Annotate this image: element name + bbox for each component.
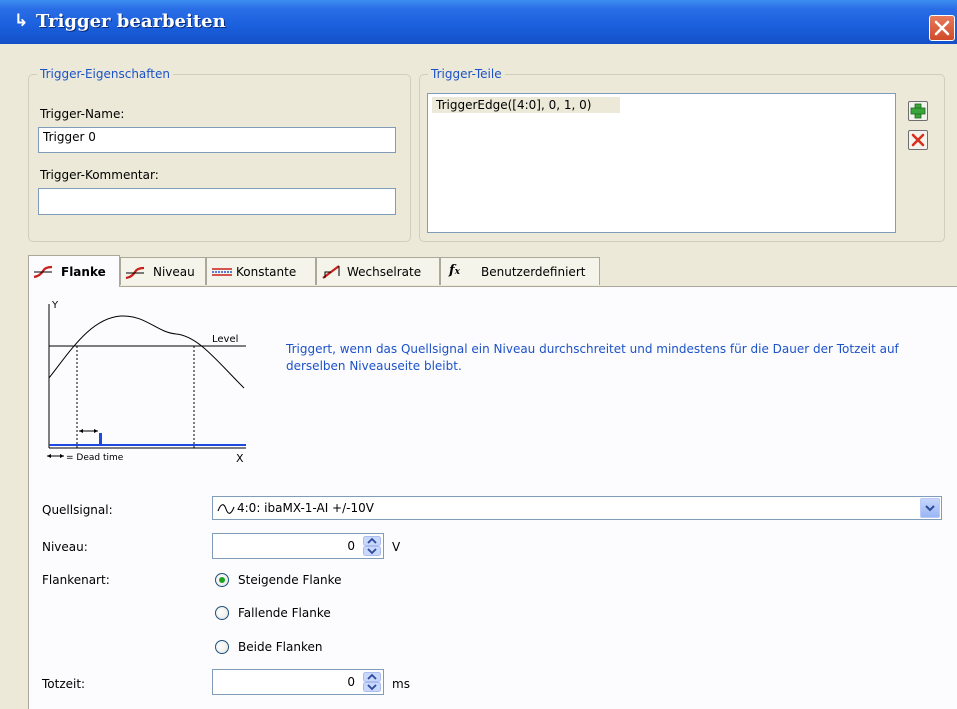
tab-niveau-label: Niveau (153, 265, 195, 279)
level-icon (125, 266, 145, 280)
source-signal-value: 4:0: ibaMX-1-AI +/-10V (237, 501, 374, 515)
properties-group-label: Trigger-Eigenschaften (37, 67, 173, 81)
level-value: 0 (347, 539, 355, 553)
edge-trigger-diagram: Y X Level = Dead time (47, 300, 246, 465)
window-title: Trigger bearbeiten (36, 11, 226, 32)
edge-type-label: Flankenart: (42, 573, 110, 587)
level-spinner[interactable]: 0 (212, 533, 384, 559)
both-edges-label[interactable]: Beide Flanken (238, 640, 322, 654)
tab-niveau[interactable]: Niveau (120, 257, 206, 285)
level-unit: V (392, 540, 401, 554)
both-edges-radio[interactable] (215, 640, 229, 654)
add-part-button[interactable] (908, 101, 928, 121)
parts-group-label: Trigger-Teile (428, 67, 505, 81)
diagram-level-label: Level (212, 334, 238, 345)
spin-arrows-icon[interactable] (363, 536, 381, 556)
trigger-description: Triggert, wenn das Quellsignal ein Nivea… (286, 342, 899, 373)
tab-flanke[interactable]: Flanke (28, 255, 120, 287)
falling-edge-label[interactable]: Fallende Flanke (238, 606, 331, 620)
constant-icon (212, 268, 232, 276)
tab-flanke-label: Flanke (61, 265, 106, 279)
tab-wechselrate-label: Wechselrate (347, 265, 422, 279)
diagram-x-label: X (236, 452, 244, 465)
trigger-comment-label: Trigger-Kommentar: (40, 168, 159, 182)
source-signal-label: Quellsignal: (42, 503, 113, 517)
tab-konstante[interactable]: Konstante (206, 257, 316, 285)
diagram-y-label: Y (51, 300, 59, 311)
analog-signal-icon (217, 504, 235, 514)
trigger-dialog: ↳ Trigger bearbeiten Trigger-Eigenschaft… (0, 0, 957, 709)
diagram-dead-time-label: = Dead time (66, 453, 124, 463)
arrow-return-icon: ↳ (14, 11, 29, 31)
tab-benutzerdefiniert[interactable]: fx Benutzerdefiniert (440, 257, 600, 285)
dead-time-label: Totzeit: (42, 677, 86, 691)
level-label: Niveau: (42, 540, 88, 554)
rising-edge-label[interactable]: Steigende Flanke (238, 573, 342, 587)
source-dropdown-button[interactable] (920, 498, 940, 518)
tab-wechselrate[interactable]: Wechselrate (316, 257, 440, 285)
rate-icon (322, 265, 340, 279)
list-item[interactable]: TriggerEdge([4:0], 0, 1, 0) (432, 97, 620, 113)
trigger-name-label: Trigger-Name: (40, 107, 125, 121)
delete-icon (911, 133, 925, 147)
chevron-down-icon (925, 505, 935, 512)
properties-group: Trigger-Eigenschaften (28, 67, 411, 242)
spin-arrows-icon[interactable] (363, 672, 381, 692)
dead-time-unit: ms (392, 677, 410, 691)
trigger-comment-input[interactable] (38, 188, 396, 215)
function-icon: fx (449, 263, 460, 278)
tab-konstante-label: Konstante (236, 265, 297, 279)
source-signal-select[interactable]: 4:0: ibaMX-1-AI +/-10V (212, 496, 942, 520)
edge-icon (33, 265, 53, 279)
close-button[interactable] (929, 15, 955, 41)
plus-icon (910, 103, 926, 119)
title-bar[interactable]: ↳ Trigger bearbeiten (0, 0, 957, 44)
delete-part-button[interactable] (908, 130, 928, 150)
falling-edge-radio[interactable] (215, 606, 229, 620)
dead-time-spinner[interactable]: 0 (212, 669, 384, 695)
parts-list[interactable]: TriggerEdge([4:0], 0, 1, 0) (427, 93, 896, 233)
rising-edge-radio[interactable] (215, 573, 229, 587)
dead-time-value: 0 (347, 675, 355, 689)
tab-benutzerdefiniert-label: Benutzerdefiniert (481, 265, 586, 279)
close-icon (934, 20, 950, 36)
trigger-name-input[interactable]: Trigger 0 (38, 127, 396, 153)
